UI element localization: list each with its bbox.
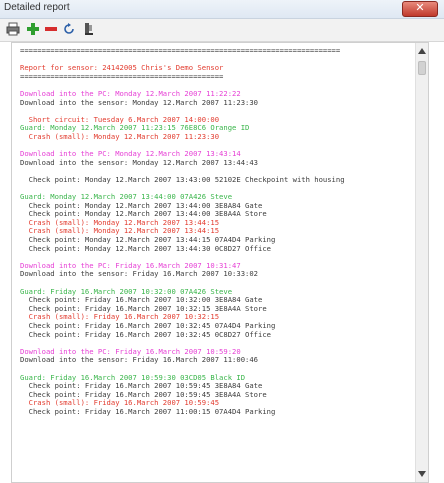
report-line: Download into the sensor: Monday 12.Marc… <box>20 157 258 167</box>
title-bar: Detailed report ✕ <box>0 0 444 19</box>
report-line: Download into the sensor: Monday 12.Marc… <box>20 97 258 107</box>
report-line: ========================================… <box>20 47 341 55</box>
remove-icon[interactable] <box>44 22 58 36</box>
scroll-thumb[interactable] <box>418 61 426 75</box>
report-line: Check point: Friday 16.March 2007 10:32:… <box>20 329 271 339</box>
scroll-down-icon[interactable] <box>418 470 426 478</box>
report-line: Download into the sensor: Friday 16.Marc… <box>20 355 258 365</box>
close-button[interactable]: ✕ <box>402 1 438 17</box>
report-line: Check point: Monday 12.March 2007 13:43:… <box>20 174 345 184</box>
report-panel[interactable]: ========================================… <box>11 42 429 483</box>
report-line: Check point: Monday 12.March 2007 13:44:… <box>20 243 271 253</box>
vertical-scrollbar[interactable] <box>415 43 428 482</box>
sensor-icon[interactable] <box>82 22 96 36</box>
report-line: Check point: Friday 16.March 2007 11:00:… <box>20 406 276 416</box>
window-title: Detailed report <box>4 2 70 13</box>
report-line: Crash (small): Monday 12.March 2007 11:2… <box>20 131 220 141</box>
printer-icon[interactable] <box>6 22 20 36</box>
refresh-icon[interactable] <box>62 22 76 36</box>
report-text: ========================================… <box>20 47 418 479</box>
report-line: ========================================… <box>20 71 224 81</box>
report-line: Download into the sensor: Friday 16.Marc… <box>20 269 258 279</box>
close-icon: ✕ <box>415 1 425 14</box>
add-icon[interactable] <box>26 22 40 36</box>
toolbar <box>0 19 444 42</box>
scroll-up-icon[interactable] <box>418 47 426 55</box>
